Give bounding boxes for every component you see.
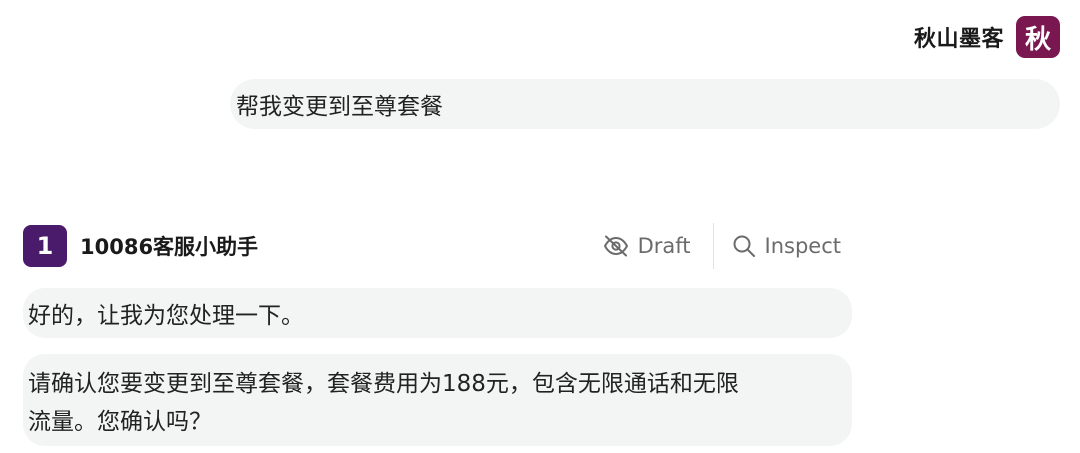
eye-off-icon [603, 235, 629, 257]
user-message-bubble: 帮我变更到至尊套餐 [230, 79, 1060, 129]
assistant-message-bubble: 请确认您要变更到至尊套餐，套餐费用为188元，包含无限通话和无限流量。您确认吗？ [23, 354, 852, 446]
assistant-avatar: 1 [23, 225, 67, 267]
draft-label: Draft [637, 234, 691, 258]
assistant-name: 10086客服小助手 [80, 235, 259, 259]
user-name: 秋山墨客 [913, 27, 1004, 52]
assistant-message-bubble: 好的，让我为您处理一下。 [23, 288, 852, 338]
user-avatar[interactable]: 秋 [1016, 16, 1060, 58]
user-header: 秋山墨客 秋 [914, 16, 1060, 58]
assistant-actions: Draft Inspect [603, 223, 841, 269]
assistant-header: 1 10086客服小助手 Draft Inspect [23, 223, 853, 269]
draft-button[interactable]: Draft [603, 234, 691, 258]
inspect-label: Inspect [764, 234, 841, 258]
actions-divider [712, 223, 714, 269]
chat-window: 秋山墨客 秋 帮我变更到至尊套餐 1 10086客服小助手 Draft Insp… [0, 0, 1080, 453]
inspect-button[interactable]: Inspect [732, 234, 841, 258]
search-icon [732, 234, 756, 258]
